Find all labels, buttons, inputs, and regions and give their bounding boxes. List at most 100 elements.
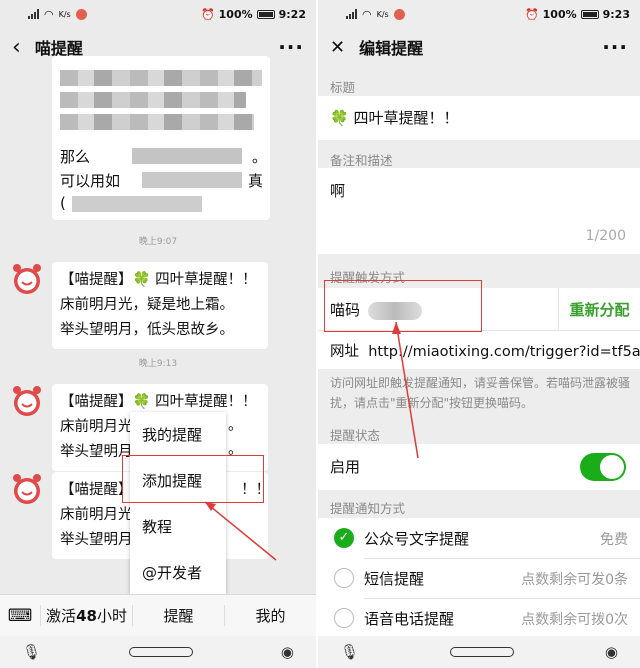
- battery-icon: [580, 9, 599, 19]
- network-speed: K/s: [376, 9, 389, 19]
- blurred-line: 真: [248, 172, 264, 190]
- alarm-icon: ⏰: [524, 7, 539, 21]
- edit-title: 编辑提醒: [359, 39, 424, 58]
- status-bar: ◠ K/s ⏰ 100% 9:23: [318, 0, 640, 28]
- section-label-description: 备注和描述: [330, 153, 393, 168]
- signal-icon: [346, 9, 357, 19]
- checkmark-icon: ✓: [334, 528, 354, 548]
- option-quota: 点数剩余可发0条: [521, 572, 628, 588]
- alarm-clock-avatar-icon[interactable]: [10, 384, 44, 418]
- description-field[interactable]: 啊 1/200: [318, 168, 640, 254]
- message-bubble[interactable]: 【喵提醒】🍀 四叶草提醒！！ 床前明月光，疑是地上霜。 举头望明月，低头思故乡。: [52, 262, 268, 349]
- home-pill-icon[interactable]: [128, 647, 193, 657]
- option-quota: 点数剩余可拨0次: [521, 612, 628, 628]
- highlight-box: [122, 455, 264, 503]
- message-title: 四叶草提醒！！: [150, 394, 257, 410]
- blurred-line: (: [60, 194, 66, 212]
- alarm-clock-avatar-icon[interactable]: [10, 262, 44, 296]
- message-line: 举头望明月，低头思故乡。: [60, 322, 234, 338]
- radio-icon: [334, 568, 354, 588]
- message-line: 床前明月光，疑是地上霜。: [60, 297, 234, 313]
- option-price: 免费: [600, 532, 628, 548]
- eye-icon[interactable]: ◉: [605, 643, 618, 661]
- signal-icon: [28, 9, 39, 19]
- system-nav-bar: 🎙 ◉: [318, 636, 640, 668]
- menu-item-tutorial[interactable]: 教程: [130, 504, 226, 550]
- char-counter: 1/200: [585, 228, 626, 244]
- battery-percent: 100%: [542, 7, 577, 21]
- left-screen-chat: ◠ K/s ⏰ 100% 9:22 ‹ 喵提醒 ··· 那么 。 可以用如 真 …: [0, 0, 316, 668]
- title-value: 四叶草提醒！！: [353, 109, 459, 127]
- section-label-state: 提醒状态: [330, 428, 381, 443]
- tab-activate-suffix: 小时: [96, 607, 127, 625]
- bottom-menu-bar: ⌨ 激活48小时 提醒 我的: [0, 594, 316, 636]
- description-value: 啊: [330, 182, 346, 200]
- option-sms[interactable]: 短信提醒 点数剩余可发0条: [318, 558, 640, 598]
- more-icon[interactable]: ···: [278, 35, 304, 59]
- tab-activate-hours: 48: [76, 607, 97, 625]
- network-speed: K/s: [58, 9, 71, 19]
- clover-icon: 🍀: [132, 272, 151, 288]
- notification-icon: [393, 8, 405, 20]
- tab-remind[interactable]: 提醒: [132, 605, 224, 626]
- option-wechat-text[interactable]: ✓ 公众号文字提醒 免费: [318, 518, 640, 558]
- clover-icon: 🍀: [132, 394, 151, 410]
- right-screen-edit: ◠ K/s ⏰ 100% 9:23 ✕ 编辑提醒 ··· 标题 🍀 四叶草提醒！…: [318, 0, 640, 668]
- blurred-line: 可以用如: [60, 172, 121, 190]
- tab-mine[interactable]: 我的: [224, 605, 316, 626]
- state-value: 启用: [330, 458, 361, 476]
- enable-toggle[interactable]: [580, 453, 626, 481]
- wifi-icon: ◠: [44, 7, 54, 21]
- blurred-line: 那么: [60, 148, 91, 166]
- notify-options: ✓ 公众号文字提醒 免费 短信提醒 点数剩余可发0条 语音电话提醒 点数剩余可拨…: [318, 518, 640, 638]
- microphone-icon[interactable]: 🎙: [340, 643, 359, 661]
- option-label: 语音电话提醒: [364, 610, 455, 628]
- edit-title-bar: ✕ 编辑提醒 ···: [318, 28, 640, 66]
- back-arrow-icon[interactable]: ‹: [12, 35, 21, 60]
- battery-percent: 100%: [218, 7, 253, 21]
- timestamp: 晚上9:07: [138, 237, 178, 247]
- url-label: 网址: [330, 344, 359, 360]
- home-pill-icon[interactable]: [449, 647, 514, 657]
- close-icon[interactable]: ✕: [330, 37, 345, 58]
- more-icon[interactable]: ···: [602, 35, 628, 59]
- notification-icon: [75, 8, 87, 20]
- state-row: 启用: [318, 444, 640, 490]
- trigger-note: 访问网址即触发提醒通知，请妥善保管。若喵码泄露被骚扰，请点击"重新分配"按钮更换…: [330, 376, 631, 410]
- eye-icon[interactable]: ◉: [281, 643, 294, 661]
- title-field[interactable]: 🍀 四叶草提醒！！: [318, 96, 640, 140]
- tab-activate-prefix: 激活: [46, 607, 77, 625]
- status-time: 9:23: [602, 7, 630, 21]
- blurred-message-bubble: 那么 。 可以用如 真 (: [52, 56, 270, 220]
- reallocate-button[interactable]: 重新分配: [558, 288, 640, 330]
- message-prefix: 【喵提醒】: [60, 272, 133, 288]
- option-label: 短信提醒: [364, 570, 425, 588]
- message-prefix: 【喵提醒】: [60, 394, 133, 410]
- section-label-title: 标题: [330, 80, 356, 95]
- clover-icon: 🍀: [330, 109, 349, 127]
- blurred-line: 。: [252, 148, 268, 166]
- timestamp: 晚上9:13: [138, 359, 178, 369]
- battery-icon: [256, 9, 275, 19]
- context-menu: 我的提醒 添加提醒 教程 @开发者: [130, 412, 226, 596]
- menu-item-developer[interactable]: @开发者: [130, 550, 226, 596]
- message-title: 四叶草提醒！！: [150, 272, 257, 288]
- option-voice-call[interactable]: 语音电话提醒 点数剩余可拨0次: [318, 598, 640, 638]
- bubble-overflow-text: 。: [228, 418, 243, 434]
- section-label-notify: 提醒通知方式: [330, 501, 406, 516]
- radio-icon: [334, 608, 354, 628]
- alarm-icon: ⏰: [200, 7, 215, 21]
- option-label: 公众号文字提醒: [364, 530, 470, 548]
- microphone-icon[interactable]: 🎙: [22, 643, 41, 661]
- wifi-icon: ◠: [362, 7, 372, 21]
- menu-item-my-reminders[interactable]: 我的提醒: [130, 412, 226, 458]
- keyboard-icon[interactable]: ⌨: [0, 606, 40, 626]
- system-nav-bar: 🎙 ◉: [0, 636, 316, 668]
- url-row[interactable]: 网址 http://miaotixing.com/trigger?id=tf5a…: [318, 331, 640, 369]
- status-bar: ◠ K/s ⏰ 100% 9:22: [0, 0, 316, 28]
- alarm-clock-avatar-icon[interactable]: [10, 472, 44, 506]
- tab-activate[interactable]: 激活48小时: [40, 605, 132, 626]
- status-time: 9:22: [278, 7, 306, 21]
- highlight-box: [324, 280, 482, 332]
- url-value: http://miaotixing.com/trigger?id=tf5av: [368, 344, 640, 360]
